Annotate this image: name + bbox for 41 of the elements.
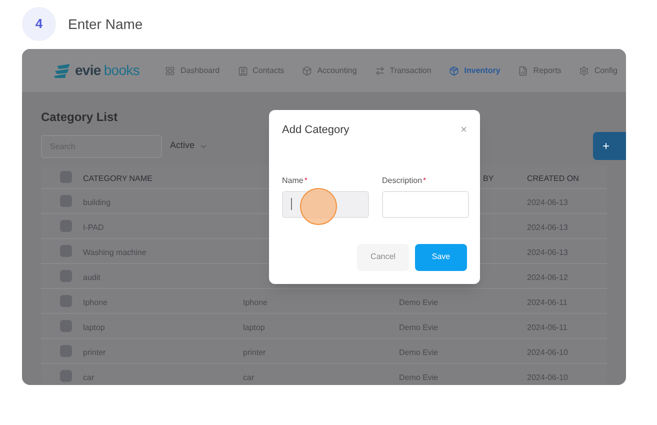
row-checkbox[interactable] bbox=[60, 220, 72, 232]
logo-swoosh-icon bbox=[54, 64, 72, 78]
row-checkbox[interactable] bbox=[60, 370, 72, 382]
select-all-checkbox[interactable] bbox=[60, 170, 72, 182]
column-header: BY bbox=[483, 174, 494, 182]
row-checkbox[interactable] bbox=[60, 320, 72, 332]
cube-icon bbox=[302, 66, 312, 76]
logo-text: evie bbox=[75, 61, 101, 80]
nav-link[interactable]: Accounting bbox=[302, 64, 357, 76]
field-label: Name* bbox=[282, 174, 308, 186]
field-label: Description* bbox=[382, 174, 428, 186]
column-header: CATEGORY NAME bbox=[83, 174, 152, 182]
grid-icon bbox=[165, 66, 176, 76]
row-checkbox[interactable] bbox=[60, 245, 72, 257]
status-dropdown[interactable]: Active bbox=[170, 139, 208, 153]
arrows-icon bbox=[374, 66, 385, 76]
save-button[interactable]: Save bbox=[415, 244, 467, 270]
step-number: 4 bbox=[22, 7, 56, 41]
cancel-button[interactable]: Cancel bbox=[357, 244, 409, 270]
row-checkbox[interactable] bbox=[60, 195, 72, 207]
page-title: Category List bbox=[41, 109, 118, 126]
chart-file-icon bbox=[518, 66, 528, 76]
dialog-title: Add Category bbox=[282, 123, 350, 138]
step-title: Enter Name bbox=[68, 14, 143, 34]
box-icon bbox=[449, 66, 460, 76]
settings-icon bbox=[579, 66, 590, 76]
contact-card-icon bbox=[238, 66, 248, 76]
logo-text: books bbox=[104, 61, 140, 80]
row-checkbox[interactable] bbox=[60, 270, 72, 282]
nav-link[interactable]: Transaction bbox=[374, 64, 432, 76]
nav-link[interactable]: Config bbox=[579, 64, 618, 76]
row-checkbox[interactable] bbox=[60, 345, 72, 357]
input-field[interactable] bbox=[382, 190, 469, 218]
nav-link[interactable]: Reports bbox=[518, 64, 562, 76]
nav-link[interactable]: Dashboard bbox=[165, 64, 220, 76]
close-button[interactable]: × bbox=[460, 124, 467, 136]
row-checkbox[interactable] bbox=[60, 295, 72, 307]
add-button[interactable]: + bbox=[593, 132, 626, 160]
column-header: CREATED ON bbox=[527, 174, 579, 182]
nav-link[interactable]: Inventory bbox=[449, 64, 500, 76]
nav-link[interactable]: Contacts bbox=[238, 64, 284, 76]
